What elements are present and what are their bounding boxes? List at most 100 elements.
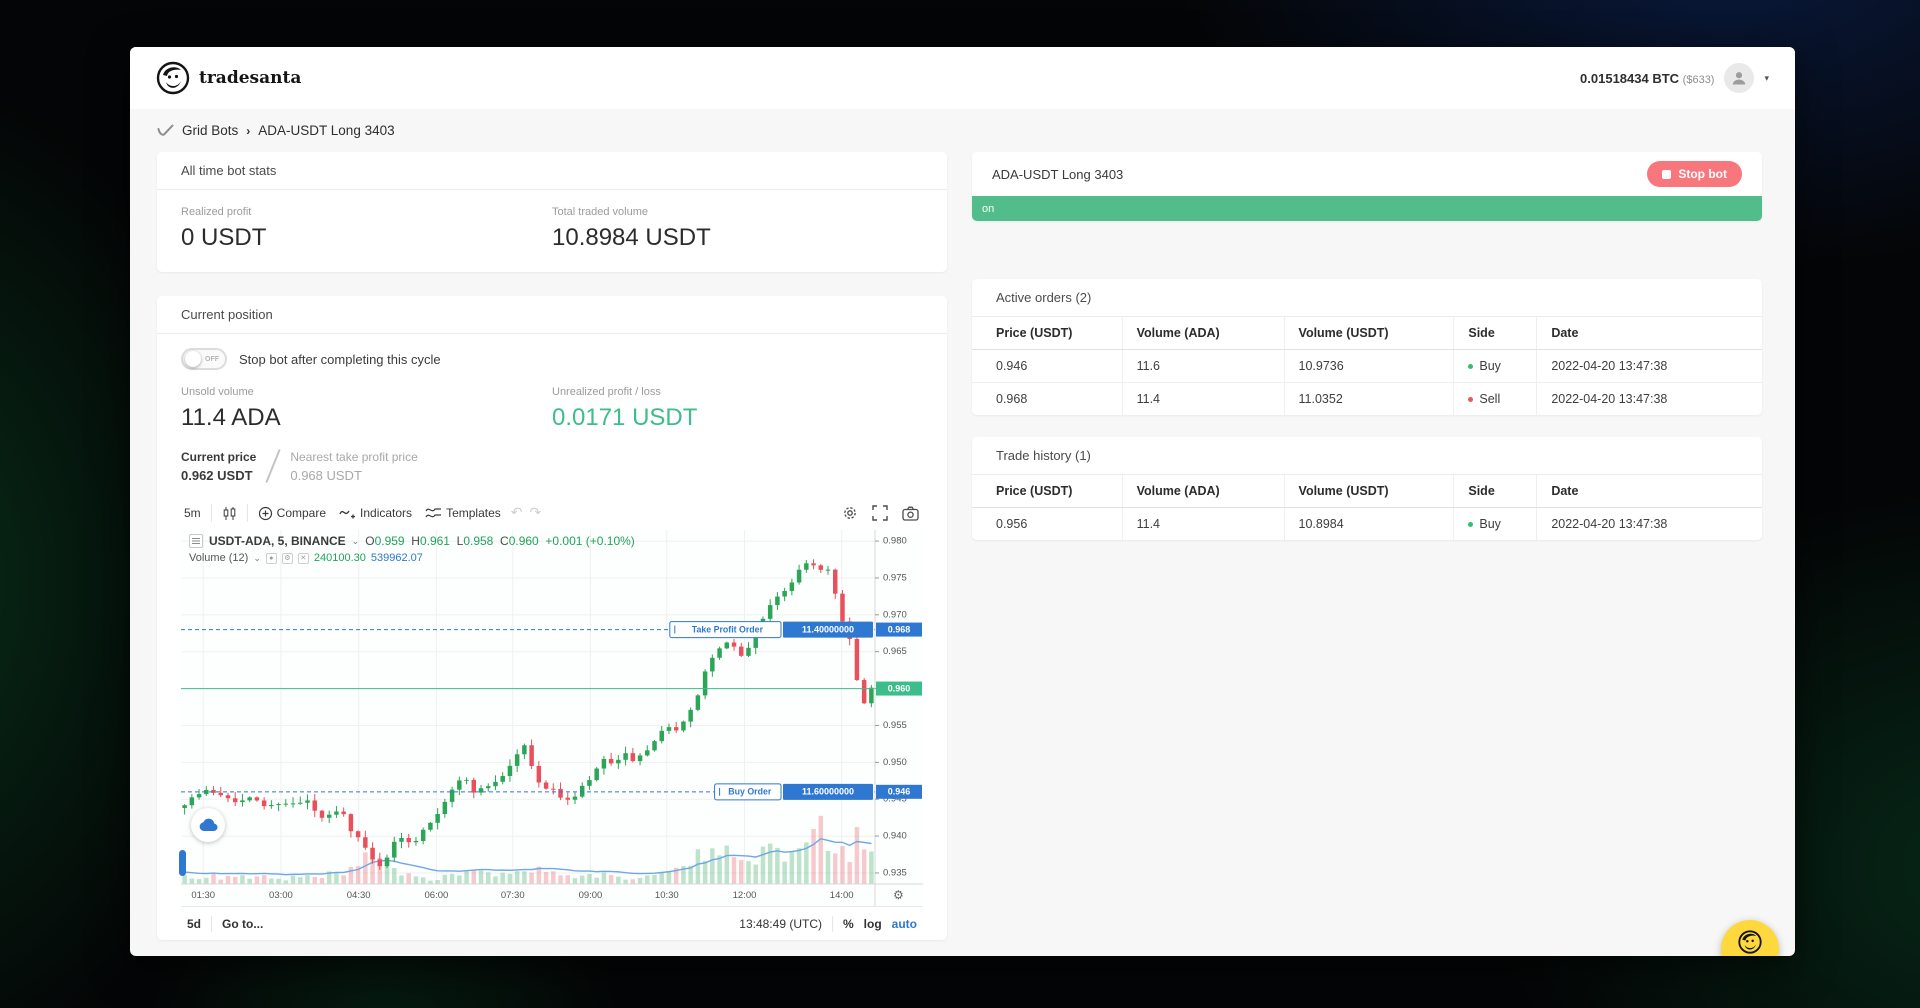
svg-text:10:30: 10:30 bbox=[655, 890, 679, 901]
traded-volume-label: Total traded volume bbox=[552, 206, 923, 218]
current-price-label: Current price bbox=[181, 450, 256, 464]
svg-text:⚙: ⚙ bbox=[893, 888, 904, 902]
cloud-icon bbox=[199, 818, 218, 832]
chart-scrollbar-handle[interactable] bbox=[179, 850, 186, 876]
current-price-block: Current price 0.962 USDT bbox=[181, 450, 256, 483]
svg-text:0.980: 0.980 bbox=[883, 536, 907, 547]
table-header-row: Price (USDT) Volume (ADA) Volume (USDT) … bbox=[972, 475, 1762, 508]
bot-title: ADA-USDT Long 3403 bbox=[992, 167, 1123, 182]
nearest-tp-value: 0.968 USDT bbox=[290, 468, 417, 483]
volume-legend[interactable]: Volume (12) ⌄ ● ⚙ ✕ 240100.30 539962.07 bbox=[189, 552, 423, 564]
brand-name: tradesanta bbox=[199, 68, 301, 88]
svg-text:0.946: 0.946 bbox=[888, 787, 911, 797]
bot-status-bar: on bbox=[972, 196, 1762, 221]
active-orders-title: Active orders (2) bbox=[972, 279, 1762, 317]
symbol-name: USDT-ADA, 5, BINANCE bbox=[209, 534, 346, 548]
undo-icon[interactable]: ↶ bbox=[511, 505, 523, 521]
cell-side: Sell bbox=[1454, 383, 1537, 416]
bot-status-text: on bbox=[982, 203, 994, 215]
symbol-menu-icon[interactable] bbox=[189, 534, 203, 548]
stop-bot-button[interactable]: Stop bot bbox=[1647, 161, 1742, 187]
price-chart[interactable]: USDT-ADA, 5, BINANCE ⌄ O0.959 H0.961 L0.… bbox=[181, 530, 923, 906]
fullscreen-icon[interactable] bbox=[872, 505, 888, 521]
app-window: tradesanta 0.01518434 BTC ($633) ▾ Grid … bbox=[130, 47, 1795, 956]
unsold-volume-label: Unsold volume bbox=[181, 386, 552, 398]
left-column: All time bot stats Realized profit 0 USD… bbox=[157, 152, 947, 956]
brand[interactable]: tradesanta bbox=[156, 61, 301, 95]
svg-text:07:30: 07:30 bbox=[501, 890, 525, 901]
volume-chevron-icon[interactable]: ⌄ bbox=[253, 553, 261, 564]
publish-cloud-button[interactable] bbox=[191, 808, 225, 842]
position-card-title: Current position bbox=[157, 296, 947, 334]
trade-history-table: Price (USDT) Volume (ADA) Volume (USDT) … bbox=[972, 475, 1762, 540]
trade-history-card: Trade history (1) Price (USDT) Volume (A… bbox=[972, 437, 1762, 540]
breadcrumb-root[interactable]: Grid Bots bbox=[182, 123, 238, 138]
log-scale-button[interactable]: log bbox=[864, 917, 882, 931]
active-orders-card: Active orders (2) Price (USDT) Volume (A… bbox=[972, 279, 1762, 415]
svg-text:09:00: 09:00 bbox=[579, 890, 603, 901]
right-column: ADA-USDT Long 3403 Stop bot on Active or… bbox=[972, 152, 1762, 564]
breadcrumb-separator: › bbox=[246, 124, 250, 138]
chart-toolbar: 5m bbox=[181, 496, 923, 530]
realized-profit-label: Realized profit bbox=[181, 206, 552, 218]
cell-vol-ada: 11.6 bbox=[1122, 350, 1284, 383]
cell-date: 2022-04-20 13:47:38 bbox=[1537, 350, 1762, 383]
goto-button[interactable]: Go to... bbox=[222, 917, 263, 931]
breadcrumb: Grid Bots › ADA-USDT Long 3403 bbox=[130, 109, 1795, 152]
cell-vol-usdt: 10.9736 bbox=[1284, 350, 1454, 383]
svg-text:0.975: 0.975 bbox=[883, 572, 907, 583]
stop-after-cycle-toggle[interactable]: OFF bbox=[181, 348, 227, 370]
volume-settings-icon[interactable]: ⚙ bbox=[282, 553, 293, 564]
toggle-state-label: OFF bbox=[205, 356, 219, 363]
grid-bots-icon bbox=[157, 124, 174, 138]
tradesanta-logo-icon bbox=[156, 61, 190, 95]
percent-scale-button[interactable]: % bbox=[843, 917, 854, 931]
candlestick-chart-canvas[interactable]: 0.9800.9750.9700.9650.9600.9550.9500.945… bbox=[181, 530, 923, 906]
chart-footer: 5d Go to... 13:48:49 (UTC) % log auto bbox=[181, 906, 923, 940]
symbol-chevron-icon[interactable]: ⌄ bbox=[352, 536, 360, 547]
cell-side: Buy bbox=[1454, 508, 1537, 541]
unrealized-pl-label: Unrealized profit / loss bbox=[552, 386, 923, 398]
cell-vol-usdt: 11.0352 bbox=[1284, 383, 1454, 416]
traded-volume-value: 10.8984 USDT bbox=[552, 224, 923, 252]
unsold-volume-value: 11.4 ADA bbox=[181, 404, 552, 432]
side-dot bbox=[1468, 397, 1473, 402]
redo-icon[interactable]: ↷ bbox=[530, 505, 542, 521]
interval-select[interactable]: 5m bbox=[181, 506, 204, 520]
indicators-button[interactable]: Indicators bbox=[336, 506, 415, 521]
svg-text:12:00: 12:00 bbox=[733, 890, 757, 901]
svg-text:0.960: 0.960 bbox=[888, 683, 911, 693]
all-time-stats-card: All time bot stats Realized profit 0 USD… bbox=[157, 152, 947, 272]
table-row: 0.956 11.4 10.8984 Buy 2022-04-20 13:47:… bbox=[972, 508, 1762, 541]
chart-symbol-legend[interactable]: USDT-ADA, 5, BINANCE ⌄ O0.959 H0.961 L0.… bbox=[189, 534, 635, 548]
chart-settings-gear-icon[interactable] bbox=[842, 505, 858, 521]
range-5d-button[interactable]: 5d bbox=[187, 917, 201, 931]
current-position-card: Current position OFF Stop bot after comp… bbox=[157, 296, 947, 940]
col-price: Price (USDT) bbox=[972, 317, 1122, 350]
auto-scale-button[interactable]: auto bbox=[892, 917, 917, 931]
user-avatar[interactable] bbox=[1724, 63, 1754, 93]
cell-side: Buy bbox=[1454, 350, 1537, 383]
svg-text:04:30: 04:30 bbox=[347, 890, 371, 901]
compare-button[interactable]: Compare bbox=[255, 506, 329, 521]
volume-close-icon[interactable]: ✕ bbox=[298, 553, 309, 564]
svg-text:0.950: 0.950 bbox=[883, 757, 907, 768]
stats-card-title: All time bot stats bbox=[157, 152, 947, 190]
account-menu-caret-icon[interactable]: ▾ bbox=[1764, 73, 1769, 84]
cell-price: 0.946 bbox=[972, 350, 1122, 383]
volume-value-b: 539962.07 bbox=[371, 552, 423, 564]
chart-style-button[interactable] bbox=[219, 506, 240, 521]
clock-utc[interactable]: 13:48:49 (UTC) bbox=[739, 917, 822, 931]
snapshot-camera-icon[interactable] bbox=[902, 506, 919, 521]
col-vol-ada: Volume (ADA) bbox=[1122, 475, 1284, 508]
person-icon bbox=[1730, 69, 1748, 87]
side-dot bbox=[1468, 522, 1473, 527]
col-price: Price (USDT) bbox=[972, 475, 1122, 508]
trade-history-title: Trade history (1) bbox=[972, 437, 1762, 475]
stop-after-cycle-label: Stop bot after completing this cycle bbox=[239, 352, 441, 367]
volume-eye-icon[interactable]: ● bbox=[266, 553, 277, 564]
templates-button[interactable]: Templates bbox=[422, 506, 504, 521]
bot-status-card: ADA-USDT Long 3403 Stop bot on bbox=[972, 152, 1762, 221]
stop-square-icon bbox=[1662, 170, 1671, 179]
indicators-icon bbox=[339, 506, 356, 521]
